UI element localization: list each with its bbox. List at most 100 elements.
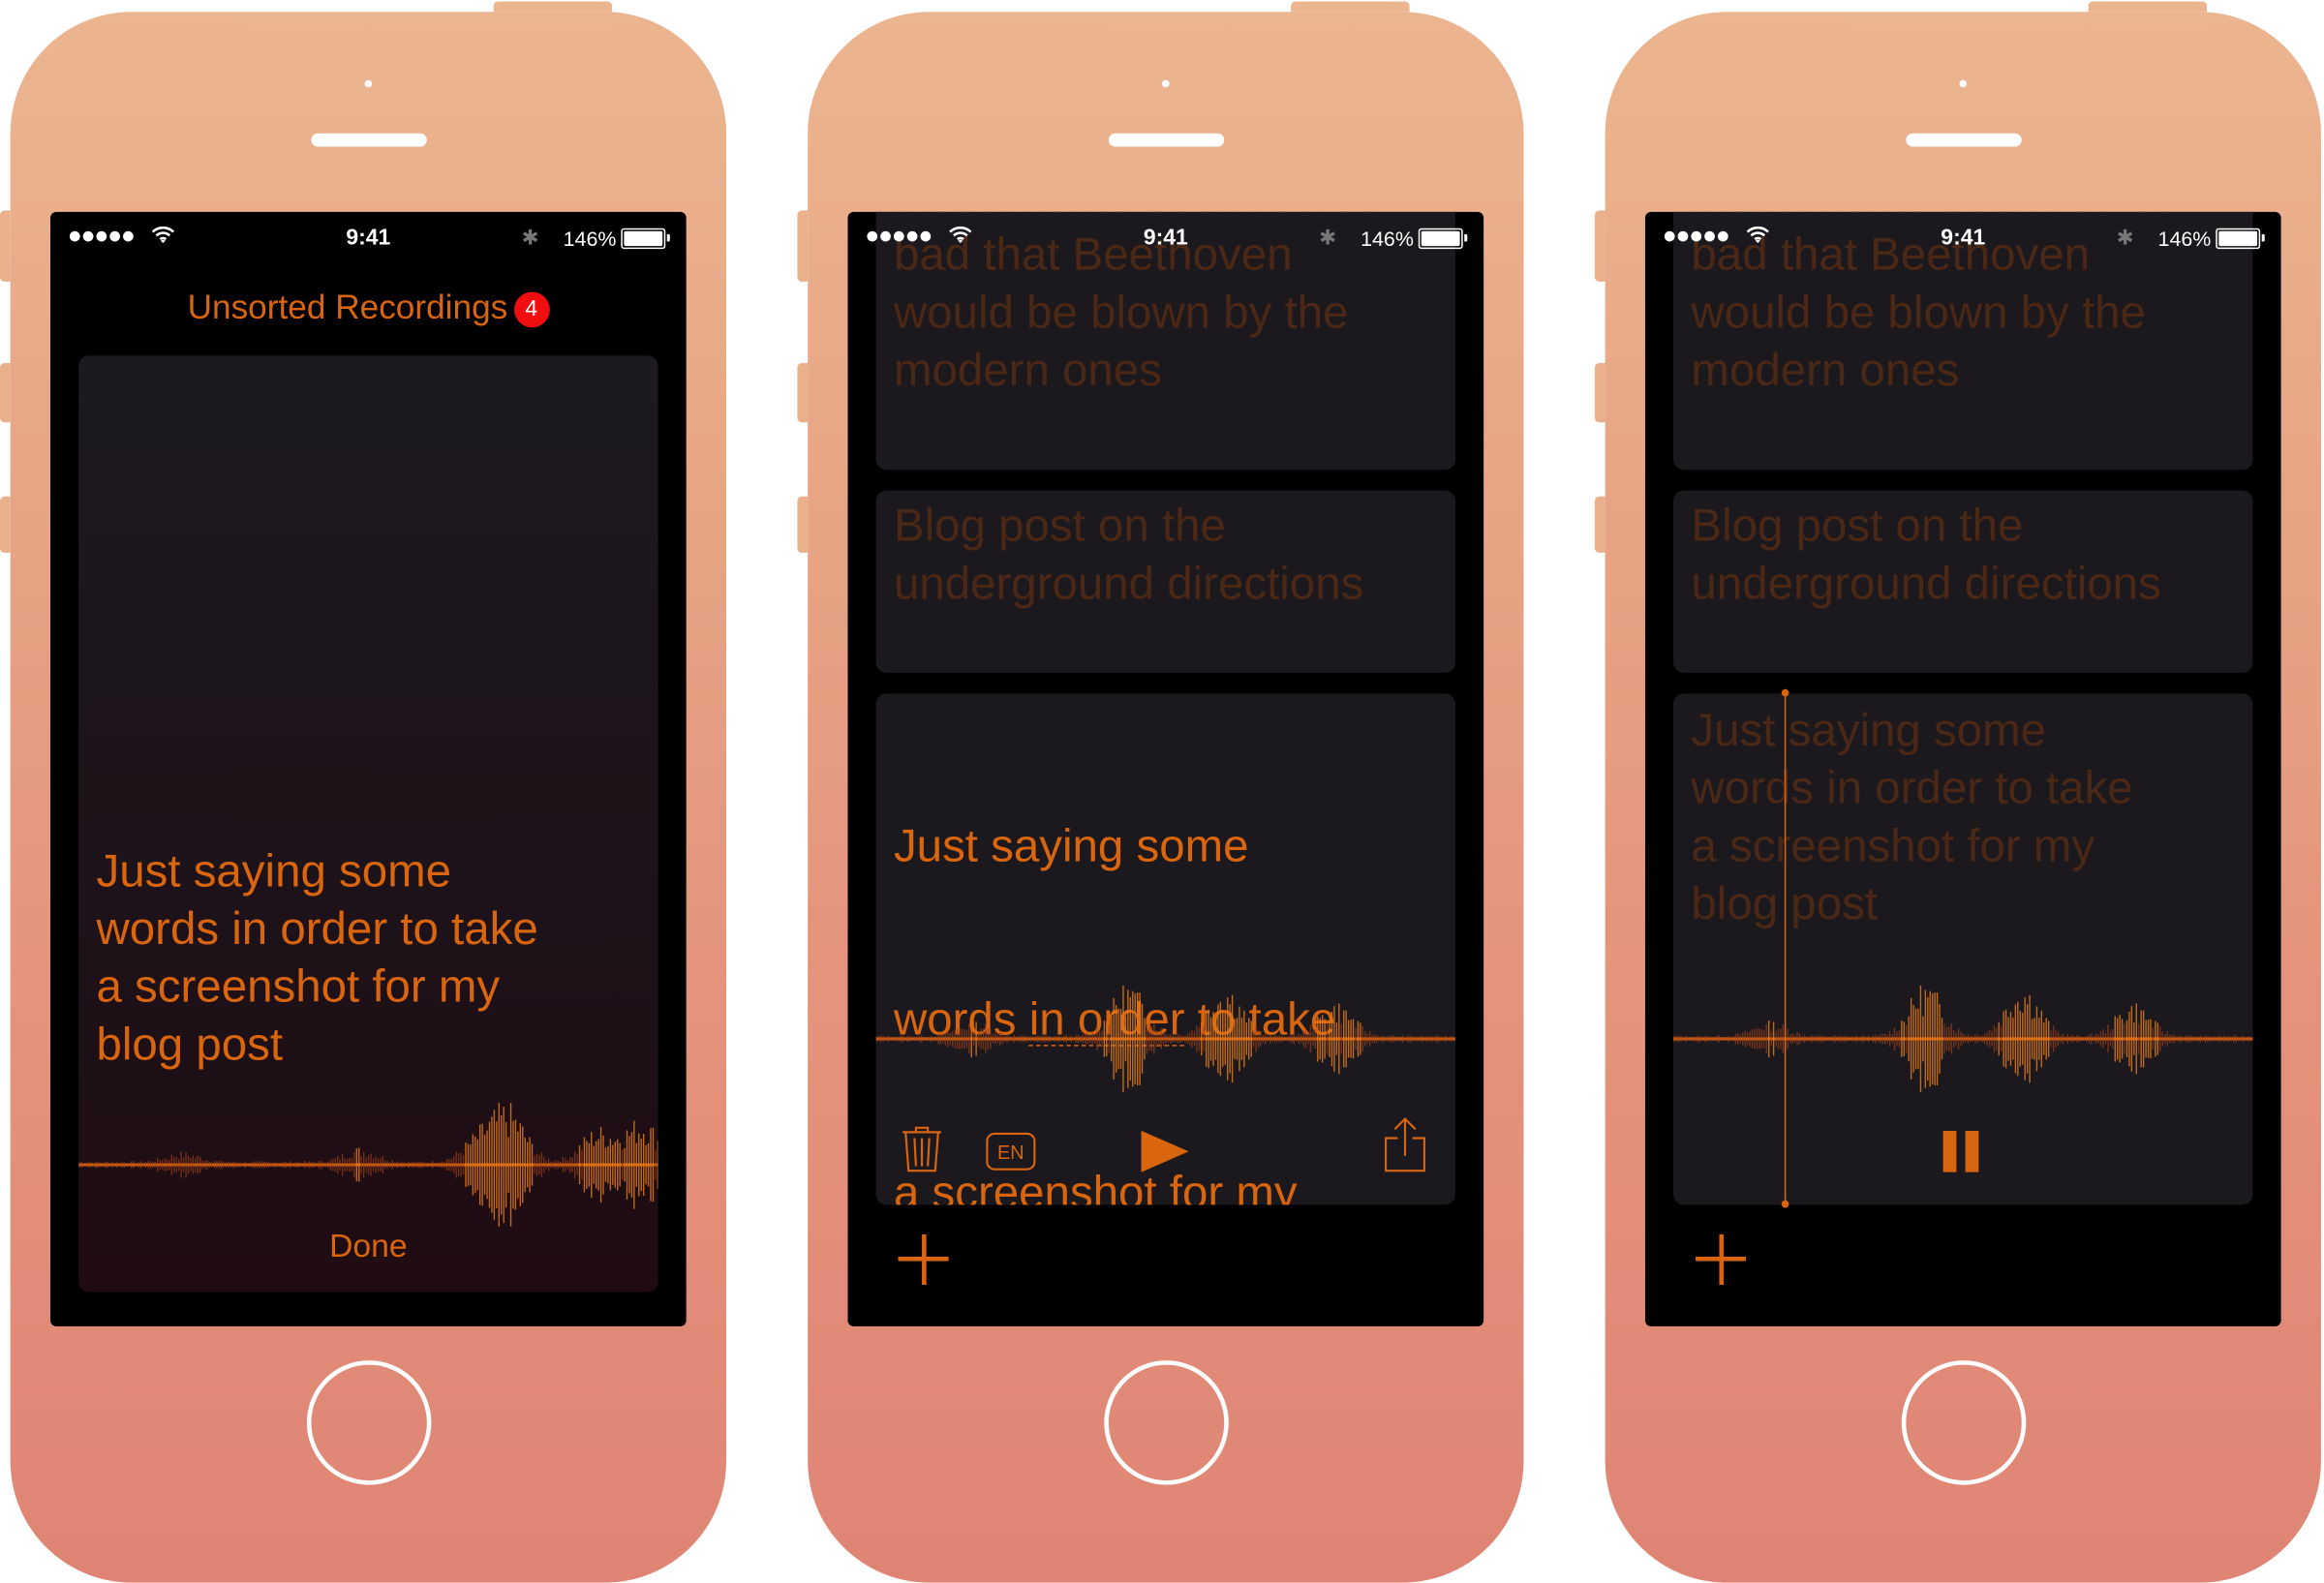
- waveform-bar: [1886, 1034, 1888, 1044]
- waveform[interactable]: [875, 972, 1456, 1106]
- add-recording-button[interactable]: [1696, 1233, 1747, 1286]
- waveform-bar: [1827, 1036, 1829, 1042]
- waveform-bar: [2152, 1027, 2155, 1050]
- waveform-bar: [1765, 1023, 1767, 1054]
- waveform-bar: [1711, 1036, 1713, 1042]
- waveform-bar: [229, 1162, 232, 1168]
- waveform-bar: [301, 1163, 303, 1167]
- waveform-bar: [159, 1159, 161, 1171]
- waveform-bar: [1058, 1035, 1060, 1043]
- waveform-bar: [190, 1158, 192, 1172]
- waveform-bar: [2130, 1006, 2133, 1072]
- share-icon[interactable]: [1383, 1114, 1427, 1173]
- waveform-bar: [970, 1020, 972, 1058]
- waveform-bar: [2083, 1037, 2086, 1041]
- waveform-bar: [2147, 1020, 2150, 1058]
- recording-card[interactable]: Just saying some words in order to take a …: [78, 355, 658, 1293]
- waveform-bar: [1888, 1030, 1891, 1047]
- waveform-bar: [1789, 1034, 1791, 1044]
- transcript-line: modern ones: [1691, 344, 1960, 396]
- waveform-bar: [1829, 1036, 1832, 1042]
- waveform-bar: [223, 1162, 225, 1168]
- waveform-bar: [624, 1147, 626, 1182]
- waveform-bar: [396, 1161, 398, 1169]
- waveform-bar: [908, 1035, 911, 1043]
- waveform-bar: [947, 1030, 949, 1048]
- waveform-bar: [344, 1158, 346, 1172]
- waveform-bar: [1929, 990, 1931, 1087]
- waveform-bar: [1167, 1035, 1170, 1043]
- volume-down-button: [0, 496, 11, 553]
- waveform-bar: [1787, 1028, 1789, 1050]
- waveform-bar: [462, 1155, 465, 1175]
- recording-card-expanded[interactable]: Just saying some words in order to take …: [875, 693, 1456, 1205]
- waveform-bar: [937, 1033, 939, 1045]
- recording-card-playing[interactable]: Just saying some words in order to take a …: [1673, 693, 2253, 1205]
- waveform-bar: [2240, 1036, 2242, 1041]
- waveform-bar: [573, 1150, 576, 1179]
- waveform-bar: [2140, 1010, 2142, 1068]
- waveform-bar: [1238, 1006, 1240, 1072]
- waveform-bar: [1288, 1035, 1291, 1043]
- waveform-bar: [2097, 1034, 2099, 1044]
- waveform-bar: [1179, 1034, 1181, 1044]
- waveform-bar: [1072, 1037, 1075, 1041]
- waveform-bar: [2001, 1025, 2003, 1051]
- waveform-bar: [1338, 1003, 1340, 1075]
- waveform-bar: [175, 1156, 177, 1173]
- waveform-bar: [185, 1152, 187, 1178]
- waveform-bar: [2043, 1022, 2045, 1055]
- waveform-bar: [424, 1162, 427, 1168]
- play-icon[interactable]: [1140, 1129, 1190, 1173]
- waveform-bar: [1350, 1020, 1352, 1058]
- waveform-bar: [1447, 1037, 1450, 1041]
- waveform-bar: [944, 1032, 946, 1046]
- playhead-scrubber[interactable]: [1781, 688, 1789, 1208]
- waveform-bar: [1708, 1037, 1711, 1041]
- waveform-bar: [213, 1161, 216, 1169]
- waveform-bar: [956, 1028, 959, 1050]
- trash-icon[interactable]: [902, 1123, 943, 1173]
- waveform-bar: [460, 1152, 462, 1177]
- waveform[interactable]: [1673, 972, 2253, 1106]
- waveform-bar: [538, 1154, 540, 1175]
- home-button[interactable]: [306, 1360, 432, 1485]
- language-button[interactable]: EN: [986, 1132, 1036, 1171]
- waveform-bar: [275, 1162, 277, 1168]
- waveform-bar: [512, 1120, 514, 1209]
- waveform-bar: [1373, 1034, 1376, 1044]
- pause-icon[interactable]: [1942, 1130, 1980, 1172]
- home-button[interactable]: [1901, 1360, 2027, 1485]
- waveform-bar: [1217, 1004, 1219, 1074]
- waveform-bar: [1437, 1035, 1440, 1043]
- waveform-bar: [1972, 1036, 1973, 1042]
- transcript-line: Just saying some: [1691, 704, 2046, 756]
- waveform-bar: [1298, 1033, 1300, 1044]
- waveform-bar: [2014, 1004, 2017, 1074]
- waveform-bar: [2114, 1016, 2116, 1062]
- waveform-bar: [1435, 1035, 1437, 1043]
- waveform-bar: [1912, 1005, 1914, 1073]
- waveform-bar: [362, 1151, 365, 1178]
- waveform-bar: [2194, 1036, 2197, 1041]
- waveform-bar: [1307, 1032, 1309, 1045]
- recording-card[interactable]: Blog post on the underground directions: [1673, 490, 2253, 673]
- waveform-bar: [1875, 1034, 1877, 1044]
- waveform-bar: [2099, 1031, 2102, 1047]
- waveform-bar: [1412, 1036, 1414, 1042]
- waveform-bar: [982, 1028, 985, 1050]
- waveform-bar: [1772, 1021, 1775, 1056]
- recording-card[interactable]: Blog post on the underground directions: [875, 490, 1456, 673]
- waveform-bar: [2207, 1035, 2209, 1043]
- waveform-bar: [2124, 1023, 2125, 1054]
- waveform-bar: [1378, 1036, 1381, 1041]
- done-button[interactable]: Done: [78, 1227, 657, 1265]
- waveform-bar: [1134, 993, 1136, 1084]
- waveform-bar: [1018, 1035, 1020, 1043]
- home-button[interactable]: [1104, 1360, 1229, 1485]
- waveform-bar: [633, 1120, 635, 1209]
- earpiece-speaker: [1108, 133, 1225, 147]
- waveform-bar: [1846, 1035, 1849, 1043]
- volume-down-button: [1594, 496, 1605, 553]
- add-recording-button[interactable]: [898, 1233, 949, 1286]
